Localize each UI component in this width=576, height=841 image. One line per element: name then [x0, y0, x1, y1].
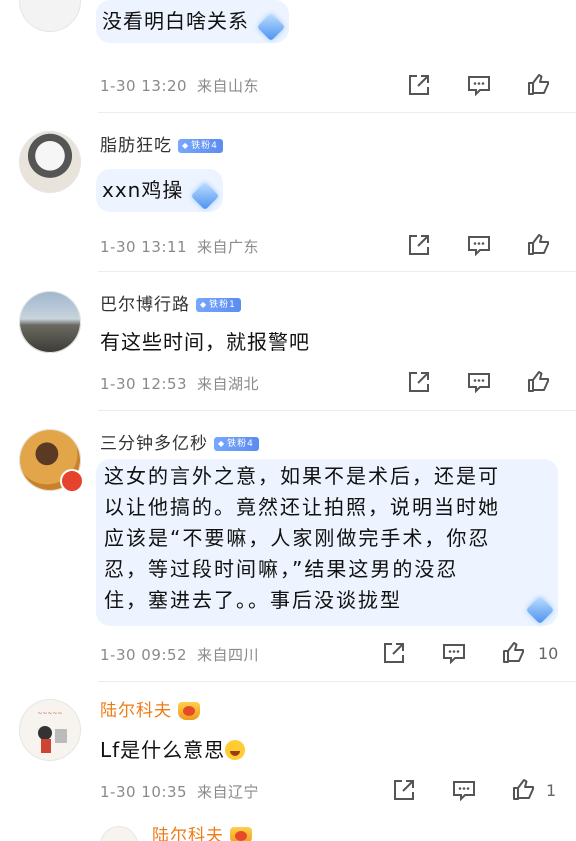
comment-meta: 1-30 09:52 来自四川 [100, 644, 259, 665]
fan-badge: 铁粉1 [196, 298, 241, 312]
comment-item: 陆尔科夫 [0, 818, 576, 841]
diamond-icon [191, 181, 220, 211]
comment-text-body: Lf是什么意思 [100, 738, 226, 762]
fan-badge: 铁粉4 [214, 437, 259, 451]
like-icon[interactable] [526, 369, 552, 395]
laugh-cry-emoji-icon [225, 740, 246, 760]
avatar[interactable] [19, 291, 81, 353]
username-text[interactable]: 巴尔博行路 [100, 295, 190, 315]
comment-location: 来自广东 [197, 238, 260, 256]
comment-bubble: xxn鸡操 [96, 169, 224, 212]
comment-icon[interactable] [466, 369, 492, 395]
comment-time: 1-30 13:11 [100, 238, 188, 256]
comment-time: 1-30 13:20 [100, 77, 188, 95]
comment-bubble: 这女的言外之意，如果不是术后，还是可 以让他搞的。竟然还让拍照，说明当时她 应该… [96, 459, 558, 626]
comment-time: 1-30 09:52 [100, 646, 188, 664]
comment-time: 1-30 10:35 [100, 783, 188, 801]
comment-item: ~~~~~ 陆尔科夫 Lf是什么意思 1-30 10:35 来自辽宁 1 [0, 682, 576, 817]
comment-item: 脂肪狂吃铁粉4 xxn鸡操 1-30 13:11 来自广东 [0, 113, 576, 269]
comment-location: 来自山东 [197, 77, 260, 95]
comment-meta: 1-30 10:35 来自辽宁 [100, 781, 259, 802]
diamond-icon [525, 595, 555, 625]
comment-meta: 1-30 13:20 来自山东 [100, 75, 259, 96]
username-text[interactable]: 陆尔科夫 [152, 826, 224, 841]
comment-line: 以让他搞的。竟然还让拍照，说明当时她 [104, 495, 500, 519]
comment-location: 来自湖北 [197, 375, 260, 393]
comment-text: Lf是什么意思 [100, 734, 246, 763]
like-icon[interactable] [526, 72, 552, 98]
like-count: 1 [546, 781, 557, 800]
like-count: 10 [538, 644, 559, 663]
comment-time: 1-30 12:53 [100, 375, 188, 393]
comment-line: 忍，等过段时间嘛，”结果这男的没忍 [104, 557, 459, 581]
avatar[interactable] [19, 0, 81, 32]
comment-item: 巴尔博行路铁粉1 有这些时间，就报警吧 1-30 12:53 来自湖北 [0, 272, 576, 410]
comment-location: 来自四川 [197, 646, 260, 664]
avatar[interactable]: ~~~~~ [19, 699, 81, 761]
avatar[interactable] [19, 131, 81, 193]
username-text[interactable]: 脂肪狂吃 [100, 136, 172, 156]
username[interactable]: 脂肪狂吃铁粉4 [100, 131, 223, 156]
comment-line: 应该是“不要嘛，人家刚做完手术，你忍 [104, 526, 491, 550]
avatar[interactable] [100, 826, 138, 841]
username[interactable]: 陆尔科夫 [152, 821, 252, 841]
comment-icon[interactable] [466, 232, 492, 258]
diamond-icon [256, 12, 286, 42]
like-icon[interactable] [526, 232, 552, 258]
share-icon[interactable] [381, 640, 407, 666]
comment-bubble: 没看明白啥关系 [96, 0, 289, 43]
svg-text:~~~~~: ~~~~~ [37, 710, 62, 717]
comment-text: xxn鸡操 [102, 178, 184, 202]
share-icon[interactable] [406, 369, 432, 395]
username-text[interactable]: 陆尔科夫 [100, 701, 172, 721]
fan-badge: 铁粉4 [178, 139, 223, 153]
comment-location: 来自辽宁 [197, 783, 260, 801]
comment-text: 没看明白啥关系 [102, 9, 249, 33]
comment-icon[interactable] [441, 640, 467, 666]
comment-line: 住，塞进去了。。事后没谈拢型 [104, 588, 402, 612]
username-text[interactable]: 三分钟多亿秒 [100, 434, 208, 454]
share-icon[interactable] [391, 777, 417, 803]
comment-icon[interactable] [451, 777, 477, 803]
crown-icon [178, 702, 200, 720]
like-icon[interactable] [511, 777, 537, 803]
comment-meta: 1-30 12:53 来自湖北 [100, 373, 259, 394]
comment-line: 这女的言外之意，如果不是术后，还是可 [104, 464, 500, 488]
comment-item: 没看明白啥关系 1-30 13:20 来自山东 [0, 0, 576, 112]
comment-icon[interactable] [466, 72, 492, 98]
crown-icon [230, 827, 252, 841]
username[interactable]: 陆尔科夫 [100, 696, 200, 721]
username[interactable]: 三分钟多亿秒铁粉4 [100, 429, 259, 454]
like-icon[interactable] [501, 640, 527, 666]
avatar-badge-icon [60, 469, 84, 493]
comment-meta: 1-30 13:11 来自广东 [100, 236, 259, 257]
share-icon[interactable] [406, 72, 432, 98]
share-icon[interactable] [406, 232, 432, 258]
comment-item: 三分钟多亿秒铁粉4 这女的言外之意，如果不是术后，还是可 以让他搞的。竟然还让拍… [0, 411, 576, 681]
username[interactable]: 巴尔博行路铁粉1 [100, 290, 241, 315]
comment-text: 有这些时间，就报警吧 [100, 330, 310, 354]
